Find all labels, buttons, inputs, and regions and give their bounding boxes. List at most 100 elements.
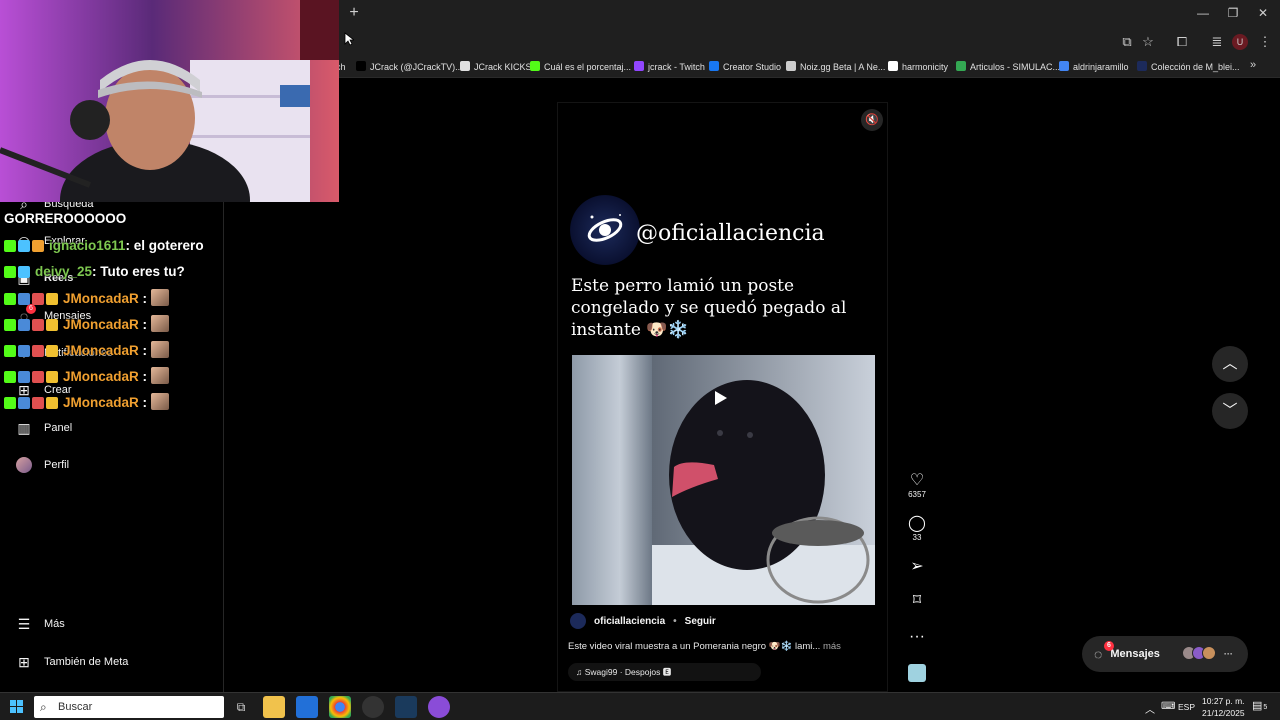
menu-icon: ☰ (17, 615, 31, 632)
chat-message: JMoncadaR : (4, 341, 170, 359)
bookmark-item[interactable]: harmonicity (888, 60, 948, 74)
chat-message: JMoncadaR : (4, 289, 170, 307)
cast-icon[interactable]: ⧉ (1118, 33, 1136, 51)
play-icon[interactable] (715, 391, 727, 405)
bookmark-item[interactable]: jcrack - Twitch (634, 60, 705, 74)
chat-emote-icon (151, 289, 170, 306)
bookmark-favicon-icon (460, 61, 470, 71)
windows-start-icon[interactable] (10, 700, 24, 714)
bookmark-item[interactable]: Articulos - SIMULAC... (956, 60, 1060, 74)
bookmarks-overflow-button[interactable]: » (1250, 59, 1256, 71)
chat-badge-icon (32, 240, 44, 252)
nav-profile[interactable]: Perfil (14, 453, 69, 477)
bookmark-icon: ⌑ (912, 592, 922, 609)
bookmark-item[interactable]: JCrack (@JCrackTV)... (356, 60, 463, 74)
reel-player[interactable]: 🔇 @oficiallaciencia Este perro lamió un … (557, 102, 888, 692)
bookmark-favicon-icon (786, 61, 796, 71)
bookmark-item[interactable]: Colección de M_blei... (1137, 60, 1240, 74)
share-action[interactable]: ➢ (900, 558, 934, 576)
nav-also-from-meta[interactable]: ⊞ También de Meta (14, 650, 128, 674)
nav-more-label: Más (44, 618, 65, 630)
audio-thumbnail[interactable] (908, 664, 926, 682)
chat-badges (4, 396, 60, 414)
file-explorer-icon[interactable] (263, 696, 285, 718)
chat-emote-icon (151, 393, 170, 410)
minimize-button[interactable]: — (1192, 5, 1214, 21)
bookmark-item[interactable]: aldrinjaramillo (1059, 60, 1129, 74)
chat-message-text: : el goterero (125, 238, 204, 253)
chat-badge-icon (32, 397, 44, 409)
chat-badge-icon (18, 371, 30, 383)
chat-first-line-text: GORREROOOOOO (4, 211, 127, 226)
tab-search-icon[interactable]: ≣ (1208, 33, 1226, 51)
chat-badge-icon (32, 371, 44, 383)
clock-time[interactable]: 10:27 p. m. (1202, 696, 1245, 706)
chat-badge-icon (46, 293, 58, 305)
chat-message-text: : (138, 317, 148, 332)
next-reel-button[interactable]: ﹀ (1212, 393, 1248, 429)
nav-dashboard[interactable]: ▥ Panel (14, 416, 72, 440)
clock-date[interactable]: 21/12/2025 (1202, 708, 1245, 718)
like-action[interactable]: ♡ 6357 (900, 472, 934, 499)
language-indicator[interactable]: ESP (1178, 702, 1195, 712)
like-count: 6357 (908, 490, 926, 499)
tray-chevron-icon[interactable]: ︿ (1145, 701, 1155, 716)
muted-speaker-icon[interactable]: 🔇 (861, 109, 883, 131)
nav-more[interactable]: ☰ Más (14, 612, 65, 636)
chat-emote-icon (151, 315, 170, 332)
reel-description: Este video viral muestra a un Pomerania … (568, 641, 841, 652)
more-options-action[interactable]: ··· (900, 628, 934, 646)
chrome-icon[interactable] (329, 696, 351, 718)
restore-button[interactable]: ❐ (1222, 5, 1244, 21)
extensions-icon[interactable]: ⧠ (1173, 33, 1191, 51)
streamer-webcam (0, 0, 339, 202)
overlay-caption: Este perro lamió un poste congelado y se… (571, 276, 847, 340)
notification-icon[interactable]: ▤5 (1252, 699, 1267, 712)
save-action[interactable]: ⌑ (900, 592, 934, 610)
chat-message-text: : (138, 369, 148, 384)
reel-audio-chip[interactable]: ♫ Swagi99 · Despojos 🅴 (568, 663, 761, 681)
messages-pill[interactable]: ◌ 6 Mensajes ··· (1082, 636, 1248, 672)
chat-badge-icon (4, 397, 16, 409)
new-tab-button[interactable]: + (346, 4, 362, 22)
bookmark-label: Noiz.gg Beta | A Ne... (800, 62, 886, 72)
chart-icon: ▥ (17, 419, 31, 436)
reel-video[interactable] (572, 355, 875, 605)
webcam-frame (0, 0, 339, 202)
bookmark-item[interactable]: Noiz.gg Beta | A Ne... (786, 60, 885, 74)
bookmark-item[interactable]: Cuál es el porcentaj... (530, 60, 631, 74)
outlook-icon[interactable] (296, 696, 318, 718)
author-avatar[interactable] (570, 613, 586, 629)
bookmark-item[interactable]: Creator Studio (709, 60, 781, 74)
message-avatars (1181, 645, 1216, 663)
steam-icon[interactable] (395, 696, 417, 718)
chat-badge-icon (46, 345, 58, 357)
bookmark-item[interactable]: JCrack KICKS (460, 60, 532, 74)
taskbar-search[interactable]: ⌕ Buscar (34, 696, 224, 718)
mouse-cursor-icon (344, 32, 354, 46)
obs-icon[interactable] (362, 696, 384, 718)
chat-badge-icon (4, 240, 16, 252)
nav-dashboard-label: Panel (44, 422, 73, 434)
follow-button[interactable]: Seguir (685, 616, 716, 627)
comment-action[interactable]: ◯ 33 (900, 515, 934, 542)
author-name[interactable]: oficiallaciencia (594, 616, 665, 627)
chevron-up-icon: ︿ (1222, 355, 1238, 372)
heart-icon: ♡ (909, 472, 925, 489)
bookmark-label: harmonicity (902, 62, 949, 72)
bookmark-label: Articulos - SIMULAC... (970, 62, 1061, 72)
bookmark-star-icon[interactable]: ☆ (1139, 33, 1157, 51)
browser-menu-icon[interactable]: ⋮ (1256, 33, 1274, 51)
chat-message-text: : (138, 395, 148, 410)
previous-reel-button[interactable]: ︿ (1212, 346, 1248, 382)
close-window-button[interactable]: ✕ (1252, 5, 1274, 21)
more-link[interactable]: más (823, 641, 841, 652)
profile-avatar-icon[interactable]: U (1232, 34, 1248, 50)
app-icon[interactable] (428, 696, 450, 718)
network-icon[interactable]: ⌨ (1161, 701, 1175, 712)
bookmark-favicon-icon (888, 61, 898, 71)
bookmark-favicon-icon (356, 61, 366, 71)
send-icon: ➢ (910, 558, 924, 575)
task-view-icon[interactable]: ⧉ (230, 696, 252, 718)
chat-badge-icon (18, 240, 30, 252)
